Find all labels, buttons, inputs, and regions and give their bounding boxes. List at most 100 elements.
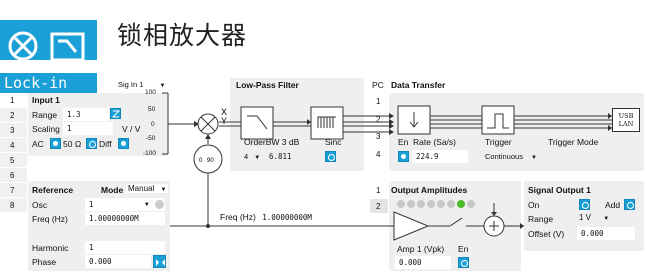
sinc-label: Sinc: [325, 137, 342, 147]
phase-option: 90: [207, 158, 214, 164]
signal-freq-value: 1.00000000M: [262, 213, 312, 222]
phase-shifter-icon: [193, 144, 223, 174]
row-number[interactable]: 2: [370, 112, 388, 127]
row-number[interactable]: 1: [370, 94, 388, 109]
bandwidth-input[interactable]: 6.811: [265, 150, 313, 163]
phase-adjust-icon: [156, 259, 165, 266]
amp-label: Amp 1 (Vpk): [397, 244, 445, 254]
rate-input[interactable]: 224.9: [412, 150, 468, 163]
pc-label: PC: [372, 80, 384, 90]
output-on-toggle[interactable]: [579, 199, 590, 210]
freq-input[interactable]: 1.00000000M: [85, 212, 165, 225]
transfer-enable-toggle[interactable]: [398, 151, 409, 162]
output-led: [437, 200, 445, 208]
row-number[interactable]: 2: [0, 108, 27, 123]
page-title: 锁相放大器: [117, 21, 248, 50]
chevron-down-icon: ▼: [531, 155, 537, 161]
row-number[interactable]: 3: [0, 123, 27, 138]
output-led: [457, 200, 465, 208]
lowpass-title: Low-Pass Filter: [236, 80, 299, 90]
ac-toggle[interactable]: [50, 138, 61, 149]
output-amplitudes-title: Output Amplitudes: [391, 185, 468, 195]
meter-tick: -50: [146, 135, 156, 142]
osc-label: Osc: [32, 200, 48, 210]
output-range-select[interactable]: 1 V ▼: [579, 213, 609, 222]
auto-range-button[interactable]: [110, 108, 121, 119]
row-number[interactable]: 2: [370, 199, 388, 214]
row-number[interactable]: 6: [0, 168, 27, 183]
signal-input-select[interactable]: Sig In 1 ▼: [118, 80, 165, 89]
harmonic-input[interactable]: 1: [85, 241, 165, 254]
diff-toggle[interactable]: [118, 138, 129, 149]
amp-enable-toggle[interactable]: [458, 257, 469, 268]
output-led: [397, 200, 405, 208]
add-label: Add: [605, 200, 621, 210]
en-label: En: [398, 137, 409, 147]
bw-label: OrderBW 3 dB: [244, 137, 300, 147]
output-led: [447, 200, 455, 208]
range-label: Range: [32, 110, 58, 120]
usb-label: USB: [618, 112, 634, 120]
trigger-mode-label: Trigger Mode: [548, 137, 599, 147]
row-number[interactable]: 7: [0, 183, 27, 198]
row-number[interactable]: 1: [0, 93, 27, 108]
meter-tick: 50: [148, 106, 156, 113]
row-number[interactable]: 3: [370, 129, 388, 144]
trigger-label: Trigger: [485, 137, 512, 147]
phase-input[interactable]: 0.000: [85, 255, 151, 268]
arrow-icon: [194, 121, 199, 127]
signal-freq-text: Freq (Hz): [220, 212, 256, 222]
trigger-select[interactable]: Continuous ▼: [485, 152, 537, 161]
phase-label: Phase: [32, 257, 57, 267]
mixer-y-label: Y: [221, 116, 227, 126]
ac-label: AC: [32, 139, 44, 149]
filter-order-select[interactable]: 4 ▼: [244, 152, 260, 161]
row-number[interactable]: 4: [0, 138, 27, 153]
rate-label: Rate (Sa/s): [413, 137, 456, 147]
chevron-down-icon: ▼: [254, 155, 261, 161]
lockin-logo-icon: [0, 20, 97, 60]
channel-row-list: 1 2 3 4 5 6 7 8: [0, 93, 27, 213]
scaling-unit: V / V: [122, 124, 141, 134]
mode-label: Mode: [101, 185, 124, 195]
offset-label: Offset (V): [528, 229, 565, 239]
chevron-down-icon: ▼: [160, 187, 167, 193]
sinc-toggle[interactable]: [325, 151, 336, 162]
output-led: [407, 200, 415, 208]
range-input[interactable]: 1.3: [63, 108, 109, 121]
mode-value: Manual: [128, 184, 155, 193]
mode-select[interactable]: Manual ▼: [126, 184, 169, 193]
output-range-label: Range: [528, 214, 554, 224]
mixer-icon: [197, 113, 219, 135]
offset-input[interactable]: 0.000: [577, 227, 635, 240]
chevron-down-icon: ▼: [145, 201, 149, 208]
chevron-down-icon: ▼: [159, 83, 166, 89]
mixer-x-label: X: [221, 107, 227, 117]
row-number[interactable]: 1: [370, 183, 388, 198]
row-number[interactable]: 5: [0, 153, 27, 168]
osc-value: 1: [89, 200, 94, 209]
signal-freq-label: Freq (Hz) 1.00000000M: [220, 212, 312, 222]
scaling-input[interactable]: 1: [63, 122, 113, 135]
row-number[interactable]: 8: [0, 198, 27, 213]
50ohm-toggle[interactable]: [86, 138, 97, 149]
chevron-down-icon: ▼: [603, 216, 610, 222]
usb-lan-block: USB LAN: [612, 108, 640, 132]
data-transfer-title: Data Transfer: [391, 80, 446, 90]
auto-range-icon: [111, 110, 121, 118]
output-add-toggle[interactable]: [624, 199, 635, 210]
osc-status-led: [155, 200, 164, 209]
output-led: [427, 200, 435, 208]
ohm-label: 50 Ω: [63, 139, 82, 149]
output-range-value: 1 V: [579, 213, 592, 222]
tab-lockin[interactable]: Lock-in: [0, 73, 97, 93]
amp-input[interactable]: 0.000: [395, 256, 451, 269]
on-label: On: [528, 200, 540, 210]
meter-tick: -100: [143, 150, 157, 157]
osc-select[interactable]: 1 ▼: [85, 198, 165, 211]
row-number[interactable]: 4: [370, 147, 388, 162]
phase-zero-button[interactable]: [153, 255, 166, 268]
meter-tick: 100: [145, 89, 156, 96]
input-title: Input 1: [32, 95, 60, 105]
amp-en-label: En: [458, 244, 469, 254]
